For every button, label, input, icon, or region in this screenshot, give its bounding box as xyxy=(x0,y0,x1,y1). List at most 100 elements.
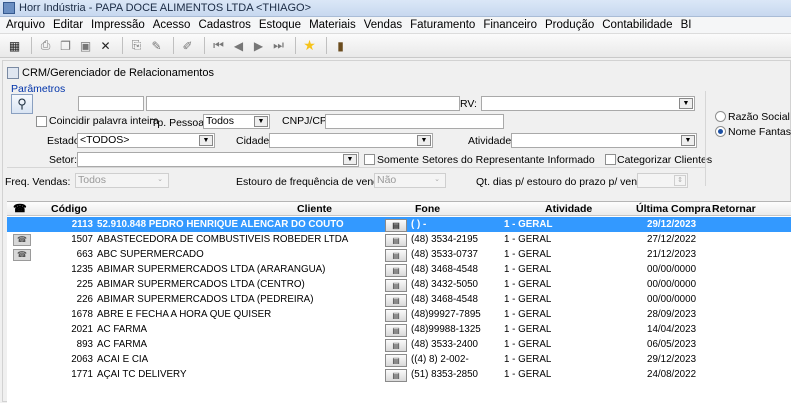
cell-cliente: 52.910.848 PEDRO HENRIQUE ALENCAR DO COU… xyxy=(97,219,344,230)
copy-icon[interactable]: ❐ xyxy=(57,37,74,54)
cnpj-input[interactable] xyxy=(325,114,504,129)
cell-cliente: ABC SUPERMERCADO xyxy=(97,249,204,260)
search-icon[interactable]: ⚲ xyxy=(11,94,33,114)
divider xyxy=(7,167,705,168)
estouro-select[interactable]: Não ⌄ xyxy=(374,173,446,188)
print-preview-icon[interactable]: ⎙ xyxy=(37,37,54,54)
chevron-down-icon[interactable]: ▼ xyxy=(199,135,213,146)
search-code-input[interactable] xyxy=(78,96,144,111)
setor-select[interactable]: ▼ xyxy=(77,152,359,167)
contact-icon[interactable]: ▤ xyxy=(385,294,407,307)
last-icon[interactable]: ⏭ xyxy=(270,37,287,54)
chevron-down-icon[interactable]: ▼ xyxy=(254,116,268,127)
next-icon[interactable]: ▶ xyxy=(250,37,267,54)
contact-icon[interactable]: ▤ xyxy=(385,264,407,277)
chevron-down-icon[interactable]: ⌄ xyxy=(430,175,444,186)
edit-icon[interactable]: ✎ xyxy=(148,37,165,54)
razao-social-radio[interactable] xyxy=(715,111,726,122)
table-row[interactable]: 1235 ABIMAR SUPERMERCADOS LTDA (ARARANGUA… xyxy=(7,262,791,277)
menu-item-9[interactable]: Financeiro xyxy=(479,19,541,31)
chevron-down-icon[interactable]: ▼ xyxy=(343,154,357,165)
menu-item-0[interactable]: Arquivo xyxy=(2,19,49,31)
cell-cliente: AC FARMA xyxy=(97,324,148,335)
estado-select[interactable]: <TODOS> ▼ xyxy=(77,133,215,148)
col-fone[interactable]: Fone xyxy=(415,203,440,215)
contact-icon[interactable]: ▤ xyxy=(385,219,407,232)
cell-fone: (48)99988-1325 xyxy=(411,324,481,335)
contact-icon[interactable]: ▤ xyxy=(385,339,407,352)
menu-item-4[interactable]: Cadastros xyxy=(194,19,254,31)
table-row[interactable]: 1507 ABASTECEDORA DE COMBUSTIVEIS ROBEDER… xyxy=(7,232,791,247)
table-row[interactable]: 225 ABIMAR SUPERMERCADOS LTDA (CENTRO) ▤ (4… xyxy=(7,277,791,292)
table-row[interactable]: 1771 AÇAI TC DELIVERY ▤ (51) 8353-2850 1 - G… xyxy=(7,367,791,382)
cell-cliente: ABIMAR SUPERMERCADOS LTDA (ARARANGUA) xyxy=(97,264,326,275)
rv-select[interactable]: ▼ xyxy=(481,96,695,111)
table-row[interactable]: 2063 ACAI E CIA ▤ ((4) 8) 2-002- 1 - GERAL 29… xyxy=(7,352,791,367)
save-icon[interactable]: ▣ xyxy=(77,37,94,54)
contact-card-icon[interactable]: ☎ xyxy=(13,249,31,261)
search-name-input[interactable] xyxy=(146,96,460,111)
menu-item-5[interactable]: Estoque xyxy=(255,19,305,31)
prev-icon[interactable]: ◀ xyxy=(230,37,247,54)
table-row[interactable]: 226 ABIMAR SUPERMERCADOS LTDA (PEDREIRA) ▤… xyxy=(7,292,791,307)
contact-icon[interactable]: ▤ xyxy=(385,354,407,367)
qt-dias-input[interactable]: ⇕ xyxy=(637,173,688,188)
cell-fone: (48) 3533-0737 xyxy=(411,249,478,260)
print-icon[interactable]: ⎘ xyxy=(128,37,145,54)
cell-codigo: 1771 xyxy=(71,369,93,380)
col-ultima-compra[interactable]: Última Compra xyxy=(636,203,711,215)
categorizar-checkbox[interactable] xyxy=(605,154,616,165)
first-icon[interactable]: ⏮ xyxy=(210,37,227,54)
menu-item-8[interactable]: Faturamento xyxy=(406,19,479,31)
menu-item-11[interactable]: Contabilidade xyxy=(598,19,676,31)
tp-pessoa-select[interactable]: Todos ▼ xyxy=(203,114,270,129)
delete-icon[interactable]: ✕ xyxy=(97,37,114,54)
nome-fantasia-radio[interactable] xyxy=(715,126,726,137)
table-row[interactable]: 2021 AC FARMA ▤ (48)99988-1325 1 - GERAL 14/0… xyxy=(7,322,791,337)
qt-dias-label: Qt. dias p/ estouro do prazo p/ venda: xyxy=(476,176,652,188)
title-bar: Horr Indústria - PAPA DOCE ALIMENTOS LTD… xyxy=(0,0,791,17)
col-codigo[interactable]: Código xyxy=(51,203,87,215)
table-row[interactable]: 893 AC FARMA ▤ (48) 3533-2400 1 - GERAL 06/05… xyxy=(7,337,791,352)
star-icon[interactable]: ★ xyxy=(301,37,318,54)
pen-icon[interactable]: ✐ xyxy=(179,37,196,54)
menu-item-6[interactable]: Materiais xyxy=(305,19,360,31)
spinner-icon[interactable]: ⇕ xyxy=(674,175,686,186)
nome-fantasia-label: Nome Fantasia xyxy=(728,126,791,138)
exit-icon[interactable]: ▮ xyxy=(332,37,349,54)
toolbar-separator xyxy=(31,37,32,54)
contact-icon[interactable]: ▤ xyxy=(385,249,407,262)
contact-icon[interactable]: ▤ xyxy=(385,309,407,322)
menu-item-1[interactable]: Editar xyxy=(49,19,87,31)
table-row[interactable]: 1678 ABRE E FECHA A HORA QUE QUISER ▤ (48)9… xyxy=(7,307,791,322)
contact-card-icon[interactable]: ☎ xyxy=(13,234,31,246)
contact-icon[interactable]: ▤ xyxy=(385,279,407,292)
menu-item-12[interactable]: BI xyxy=(677,19,696,31)
cell-atividade: 1 - GERAL xyxy=(504,264,552,275)
col-cliente[interactable]: Cliente xyxy=(297,203,332,215)
menu-item-2[interactable]: Impressão xyxy=(87,19,149,31)
atividade-select[interactable]: ▼ xyxy=(511,133,697,148)
toolbar: ▦ ⎙ ❐ ▣ ✕ ⎘ ✎ ✐ ⏮ ◀ ▶ ⏭ ★ ▮ xyxy=(0,34,791,58)
cell-atividade: 1 - GERAL xyxy=(504,324,552,335)
chevron-down-icon[interactable]: ▼ xyxy=(417,135,431,146)
contact-icon[interactable]: ▤ xyxy=(385,324,407,337)
menu-item-3[interactable]: Acesso xyxy=(149,19,195,31)
cidade-select[interactable]: ▼ xyxy=(269,133,433,148)
chevron-down-icon[interactable]: ⌄ xyxy=(153,175,167,186)
coincidir-checkbox[interactable] xyxy=(36,116,47,127)
table-row[interactable]: 2113 52.910.848 PEDRO HENRIQUE ALENCAR DO… xyxy=(7,217,791,232)
contact-icon[interactable]: ▤ xyxy=(385,369,407,382)
chevron-down-icon[interactable]: ▼ xyxy=(681,135,695,146)
menu-item-10[interactable]: Produção xyxy=(541,19,598,31)
grid-icon[interactable]: ▦ xyxy=(6,37,23,54)
menu-item-7[interactable]: Vendas xyxy=(360,19,406,31)
contact-icon[interactable]: ▤ xyxy=(385,234,407,247)
chevron-down-icon[interactable]: ▼ xyxy=(679,98,693,109)
freq-vendas-select[interactable]: Todos ⌄ xyxy=(75,173,169,188)
phone-icon: ☎ xyxy=(13,203,27,215)
col-atividade[interactable]: Atividade xyxy=(545,203,592,215)
somente-setores-checkbox[interactable] xyxy=(364,154,375,165)
table-row[interactable]: 663 ABC SUPERMERCADO ▤ (48) 3533-0737 1 - GE… xyxy=(7,247,791,262)
cell-ultima-compra: 29/12/2023 xyxy=(647,354,697,365)
